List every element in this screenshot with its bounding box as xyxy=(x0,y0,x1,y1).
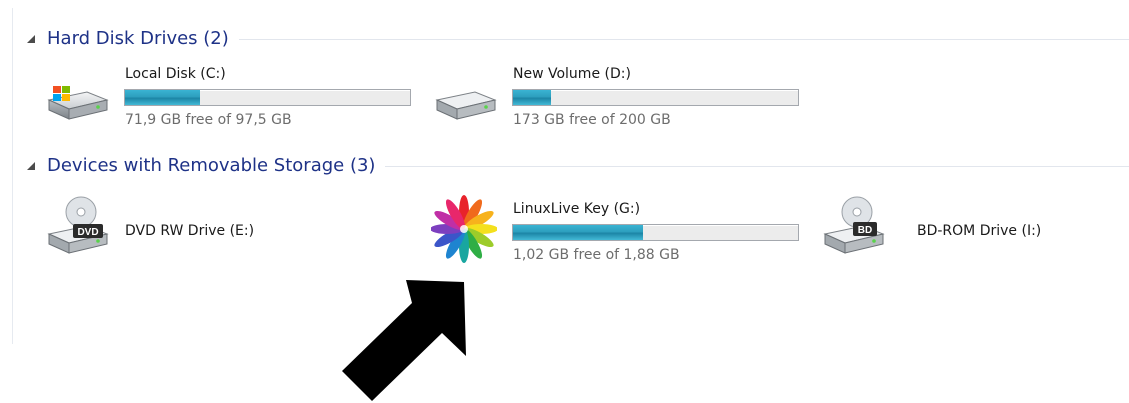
capacity-bar-fill xyxy=(125,90,200,105)
drive-name: Local Disk (C:) xyxy=(125,66,226,82)
free-space-text: 71,9 GB free of 97,5 GB xyxy=(125,112,292,128)
drive-name: BD-ROM Drive (I:) xyxy=(917,223,1042,239)
drive-name: DVD RW Drive (E:) xyxy=(125,223,255,239)
bd-drive-icon: BD xyxy=(823,196,885,254)
windows-drive-icon xyxy=(47,86,109,120)
free-space-text: 1,02 GB free of 1,88 GB xyxy=(513,247,680,263)
capacity-bar xyxy=(512,89,799,106)
arrow-pointing-icon xyxy=(342,280,466,401)
collapse-triangle-icon[interactable] xyxy=(27,35,35,43)
group-divider xyxy=(385,165,1129,167)
group-title: Devices with Removable Storage (3) xyxy=(47,154,376,176)
group-header-hard-disk-drives[interactable]: Hard Disk Drives (2) xyxy=(27,24,1129,52)
collapse-triangle-icon[interactable] xyxy=(27,162,35,170)
group-title: Hard Disk Drives (2) xyxy=(47,27,229,49)
drive-item-g[interactable]: LinuxLive Key (G:) 1,02 GB free of 1,88 … xyxy=(431,190,811,270)
capacity-bar-fill xyxy=(513,225,644,240)
drive-name: LinuxLive Key (G:) xyxy=(513,201,641,217)
drive-item-i[interactable]: BD BD-ROM Drive (I:) xyxy=(819,190,1119,264)
hard-drive-icon xyxy=(435,91,497,120)
dvd-badge-text: DVD xyxy=(77,227,98,238)
free-space-text: 173 GB free of 200 GB xyxy=(513,112,671,128)
group-header-removable-storage[interactable]: Devices with Removable Storage (3) xyxy=(27,151,1129,179)
capacity-bar xyxy=(512,224,799,241)
bd-badge-text: BD xyxy=(858,225,872,236)
capacity-bar-fill xyxy=(513,90,552,105)
group-divider xyxy=(238,38,1129,40)
linuxlive-flower-icon xyxy=(431,195,497,263)
drive-item-c[interactable]: Local Disk (C:) 71,9 GB free of 97,5 GB xyxy=(43,64,423,134)
drive-item-d[interactable]: New Volume (D:) 173 GB free of 200 GB xyxy=(431,64,811,134)
drive-name: New Volume (D:) xyxy=(513,66,631,82)
drives-view: Hard Disk Drives (2) Local Disk (C:) 71,… xyxy=(12,8,1129,344)
dvd-drive-icon: DVD xyxy=(47,196,109,254)
capacity-bar xyxy=(124,89,411,106)
drive-item-e[interactable]: DVD DVD RW Drive (E:) xyxy=(43,190,373,264)
